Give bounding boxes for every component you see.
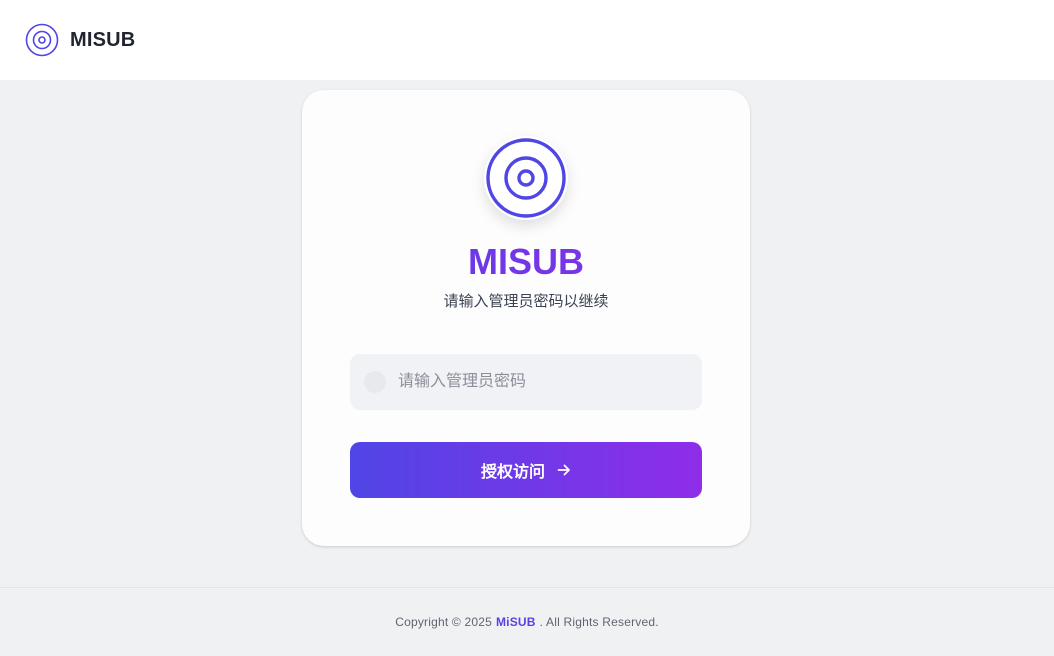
- target-logo-icon[interactable]: [25, 23, 59, 57]
- authorize-button[interactable]: 授权访问: [350, 442, 702, 498]
- footer: Copyright © 2025 MiSUB . All Rights Rese…: [0, 587, 1054, 656]
- password-field[interactable]: [350, 354, 702, 410]
- footer-rights: . All Rights Reserved.: [539, 615, 659, 629]
- login-title: MISUB: [302, 240, 750, 284]
- target-logo-icon: [486, 138, 566, 218]
- header-title[interactable]: MISUB: [70, 29, 135, 52]
- authorize-button-label: 授权访问: [480, 464, 545, 481]
- footer-copyright: Copyright © 2025: [395, 615, 492, 629]
- lock-icon: [364, 371, 386, 393]
- top-header: MISUB: [0, 0, 1054, 80]
- password-input[interactable]: [398, 362, 702, 402]
- card-logo: [484, 136, 568, 220]
- footer-brand-link[interactable]: MiSUB: [496, 615, 536, 629]
- login-subtitle: 请输入管理员密码以继续: [443, 293, 609, 310]
- arrow-right-icon: [557, 464, 570, 476]
- login-card: MISUB 请输入管理员密码以继续 授权访问: [302, 90, 750, 546]
